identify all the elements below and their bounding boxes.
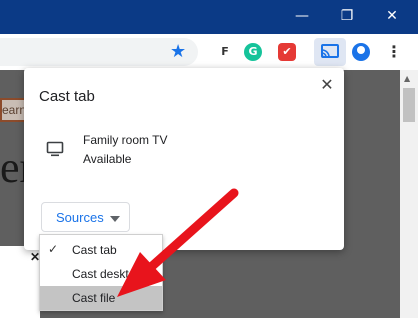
cast-dialog: Cast tab ✕ Family room TV Available Sour… [24,68,344,250]
scroll-up-icon[interactable]: ▲ [404,74,410,83]
browser-toolbar: ★ F G ✔ ⋮ [0,34,418,70]
f-extension-icon[interactable]: F [216,43,234,61]
menu-item-cast-file[interactable]: Cast file [40,286,162,310]
window-titlebar: — ❐ ✕ [0,0,418,34]
menu-item-cast-tab[interactable]: ✓ Cast tab [40,238,162,262]
menu-kebab-icon[interactable]: ⋮ [386,43,402,61]
minimize-icon[interactable]: — [290,6,314,26]
menu-item-label: Cast tab [72,243,117,257]
menu-item-label: Cast desktop [72,267,143,281]
page-tag: earn [0,98,26,122]
red-extension-icon[interactable]: ✔ [278,43,296,61]
window-close-icon[interactable]: ✕ [380,6,404,26]
sources-menu: ✓ Cast tab Cast desktop Cast file [39,234,163,311]
sources-label: Sources [56,210,104,225]
cast-button[interactable] [314,38,346,66]
sink-status: Available [83,152,132,166]
page-heading-fragment: er [0,144,26,192]
address-bar[interactable]: ★ [0,38,198,66]
grammarly-icon[interactable]: G [244,43,262,61]
sink-item[interactable]: Family room TV Available [24,124,344,174]
dialog-title: Cast tab [39,88,95,105]
check-icon: ✓ [48,242,59,256]
close-icon[interactable]: ✕ [318,76,336,94]
profile-avatar[interactable] [352,43,370,61]
star-icon[interactable]: ★ [170,43,186,61]
chevron-down-icon [110,216,120,222]
menu-item-label: Cast file [72,291,116,305]
tv-icon [46,141,64,157]
restore-icon[interactable]: ❐ [335,6,359,26]
menu-item-cast-desktop[interactable]: Cast desktop [40,262,162,286]
sources-button[interactable]: Sources [41,202,130,232]
cast-icon [321,44,339,58]
scrollbar-thumb[interactable] [403,88,415,122]
sink-name: Family room TV [83,133,168,147]
